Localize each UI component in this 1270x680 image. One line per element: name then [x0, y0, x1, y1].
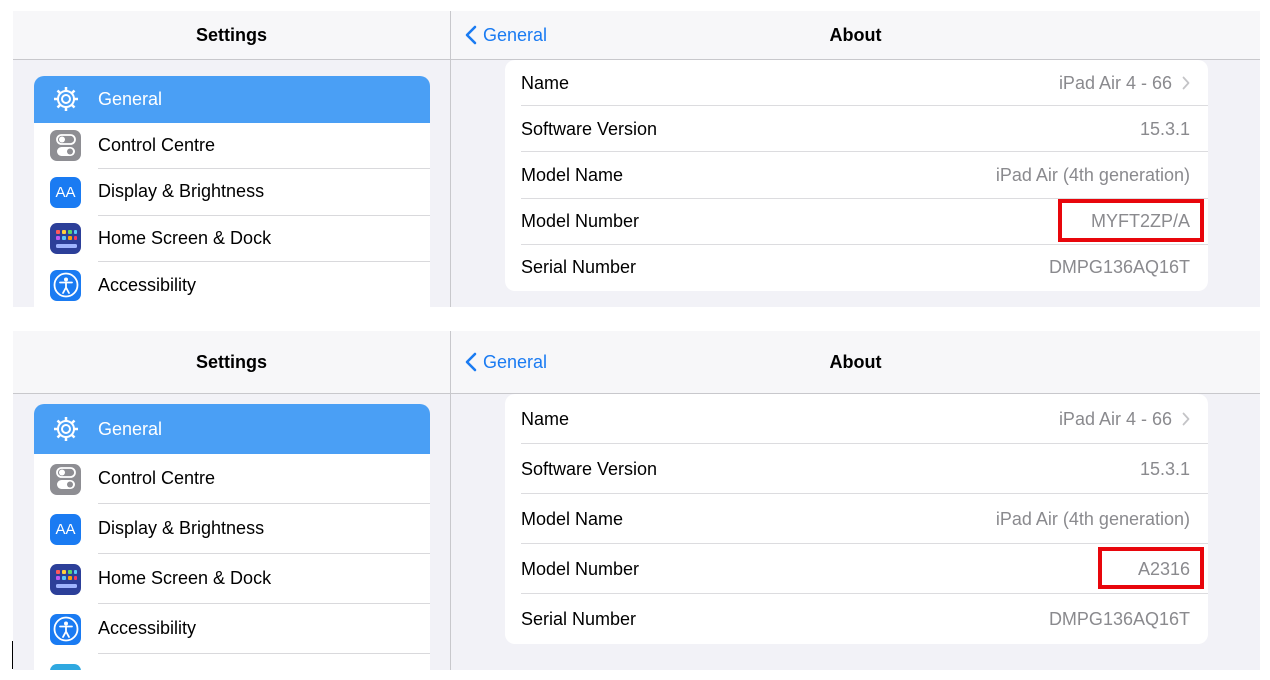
about-row-serial-number: Serial Number DMPG136AQ16T [505, 245, 1208, 291]
sidebar-item-label: Display & Brightness [98, 504, 430, 554]
chevron-right-icon [1182, 76, 1190, 90]
sidebar-item-accessibility[interactable]: Accessibility [34, 604, 430, 654]
row-key: Name [521, 408, 570, 429]
about-row-serial-number: Serial Number DMPG136AQ16T [505, 594, 1208, 644]
detail-title: About [829, 351, 882, 372]
row-value-text: iPad Air 4 - 66 [1058, 72, 1172, 93]
row-value: iPad Air 4 - 66 [1059, 409, 1190, 430]
gear-icon [50, 414, 81, 445]
sidebar-item-general[interactable]: General [34, 76, 430, 123]
sidebar-item-label: Control Centre [98, 123, 430, 169]
sidebar-item-home-screen-dock[interactable]: Home Screen & Dock [34, 215, 430, 262]
row-key: Model Number [521, 211, 640, 232]
accessibility-icon [50, 269, 81, 301]
sidebar-item-label: Accessibility [98, 274, 197, 295]
about-info-card: Name iPad Air 4 - 66 Software Version 15… [505, 394, 1208, 644]
gear-icon [50, 84, 81, 115]
screenshot-top: Settings General About General Control C… [13, 11, 1260, 307]
detail-header: General About [451, 331, 1260, 394]
sidebar-item-label: Home Screen & Dock [98, 554, 430, 604]
sidebar-title: Settings [195, 24, 267, 45]
sidebar-item-general[interactable]: General [34, 404, 430, 454]
row-value: DMPG136AQ16T [1048, 257, 1190, 278]
screenshot-bottom: Settings General About General Control C… [13, 331, 1260, 670]
row-value: 15.3.1 [1139, 458, 1190, 479]
sidebar-list: General Control Centre AA Display & Brig… [34, 404, 430, 670]
accessibility-icon [50, 613, 81, 645]
row-key: Model Name [521, 164, 624, 185]
row-key: Serial Number [521, 608, 637, 629]
sidebar-item-label: Control Centre [98, 454, 430, 504]
row-value: iPad Air (4th generation) [995, 164, 1190, 185]
text-cursor [12, 641, 13, 669]
row-value-text: iPad Air 4 - 66 [1058, 408, 1172, 429]
sidebar-header: Settings [13, 11, 450, 60]
row-value: iPad Air 4 - 66 [1059, 73, 1190, 94]
row-key: Software Version [521, 118, 658, 139]
row-value: 15.3.1 [1139, 118, 1190, 139]
sidebar-item-label: Accessibility [98, 604, 430, 654]
about-row-software-version: Software Version 15.3.1 [505, 444, 1208, 494]
sidebar-item-display-brightness[interactable]: AA Display & Brightness [34, 169, 430, 216]
row-key: Software Version [521, 458, 658, 479]
sidebar-item-label: Display & Brightness [98, 169, 430, 216]
detail-header: General About [451, 11, 1260, 60]
toggles-icon [50, 130, 81, 162]
row-key: Model Number [521, 558, 640, 579]
app-grid-icon [50, 223, 81, 255]
text-size-icon: AA [50, 513, 81, 545]
text-size-icon: AA [50, 176, 81, 208]
sidebar-item-label: Home Screen & Dock [98, 216, 430, 262]
row-value: iPad Air (4th generation) [995, 508, 1190, 529]
sidebar-item-label [98, 654, 430, 670]
row-key: Model Name [521, 508, 624, 529]
row-value: DMPG136AQ16T [1048, 608, 1190, 629]
sidebar-item-label: General [98, 88, 163, 109]
row-key: Name [521, 72, 570, 93]
sidebar-item-label: General [98, 418, 163, 439]
sidebar-item-control-centre[interactable]: Control Centre [34, 122, 430, 169]
row-key: Serial Number [521, 257, 637, 278]
highlight-box-model-number [1058, 199, 1204, 242]
sidebar-item-control-centre[interactable]: Control Centre [34, 454, 430, 504]
app-grid-icon [50, 563, 81, 595]
sidebar-item-home-screen-dock[interactable]: Home Screen & Dock [34, 554, 430, 604]
partial-app-icon [50, 663, 81, 670]
sidebar-list: General Control Centre AA Display & Brig… [34, 76, 430, 307]
detail-title: About [829, 24, 882, 45]
about-row-software-version: Software Version 15.3.1 [505, 106, 1208, 153]
sidebar-title: Settings [195, 351, 267, 372]
sidebar-item-display-brightness[interactable]: AA Display & Brightness [34, 504, 430, 554]
highlight-box-model-number [1098, 547, 1204, 589]
sidebar-item-accessibility[interactable]: Accessibility [34, 262, 430, 307]
about-row-name[interactable]: Name iPad Air 4 - 66 [505, 394, 1208, 444]
toggles-icon [50, 463, 81, 495]
about-row-name[interactable]: Name iPad Air 4 - 66 [505, 60, 1208, 107]
sidebar-header: Settings [13, 331, 450, 394]
about-row-model-name: Model Name iPad Air (4th generation) [505, 152, 1208, 199]
about-info-card: Name iPad Air 4 - 66 Software Version 15… [505, 60, 1208, 291]
about-row-model-name: Model Name iPad Air (4th generation) [505, 494, 1208, 544]
chevron-right-icon [1182, 412, 1190, 426]
sidebar-item-partial[interactable] [34, 654, 430, 670]
